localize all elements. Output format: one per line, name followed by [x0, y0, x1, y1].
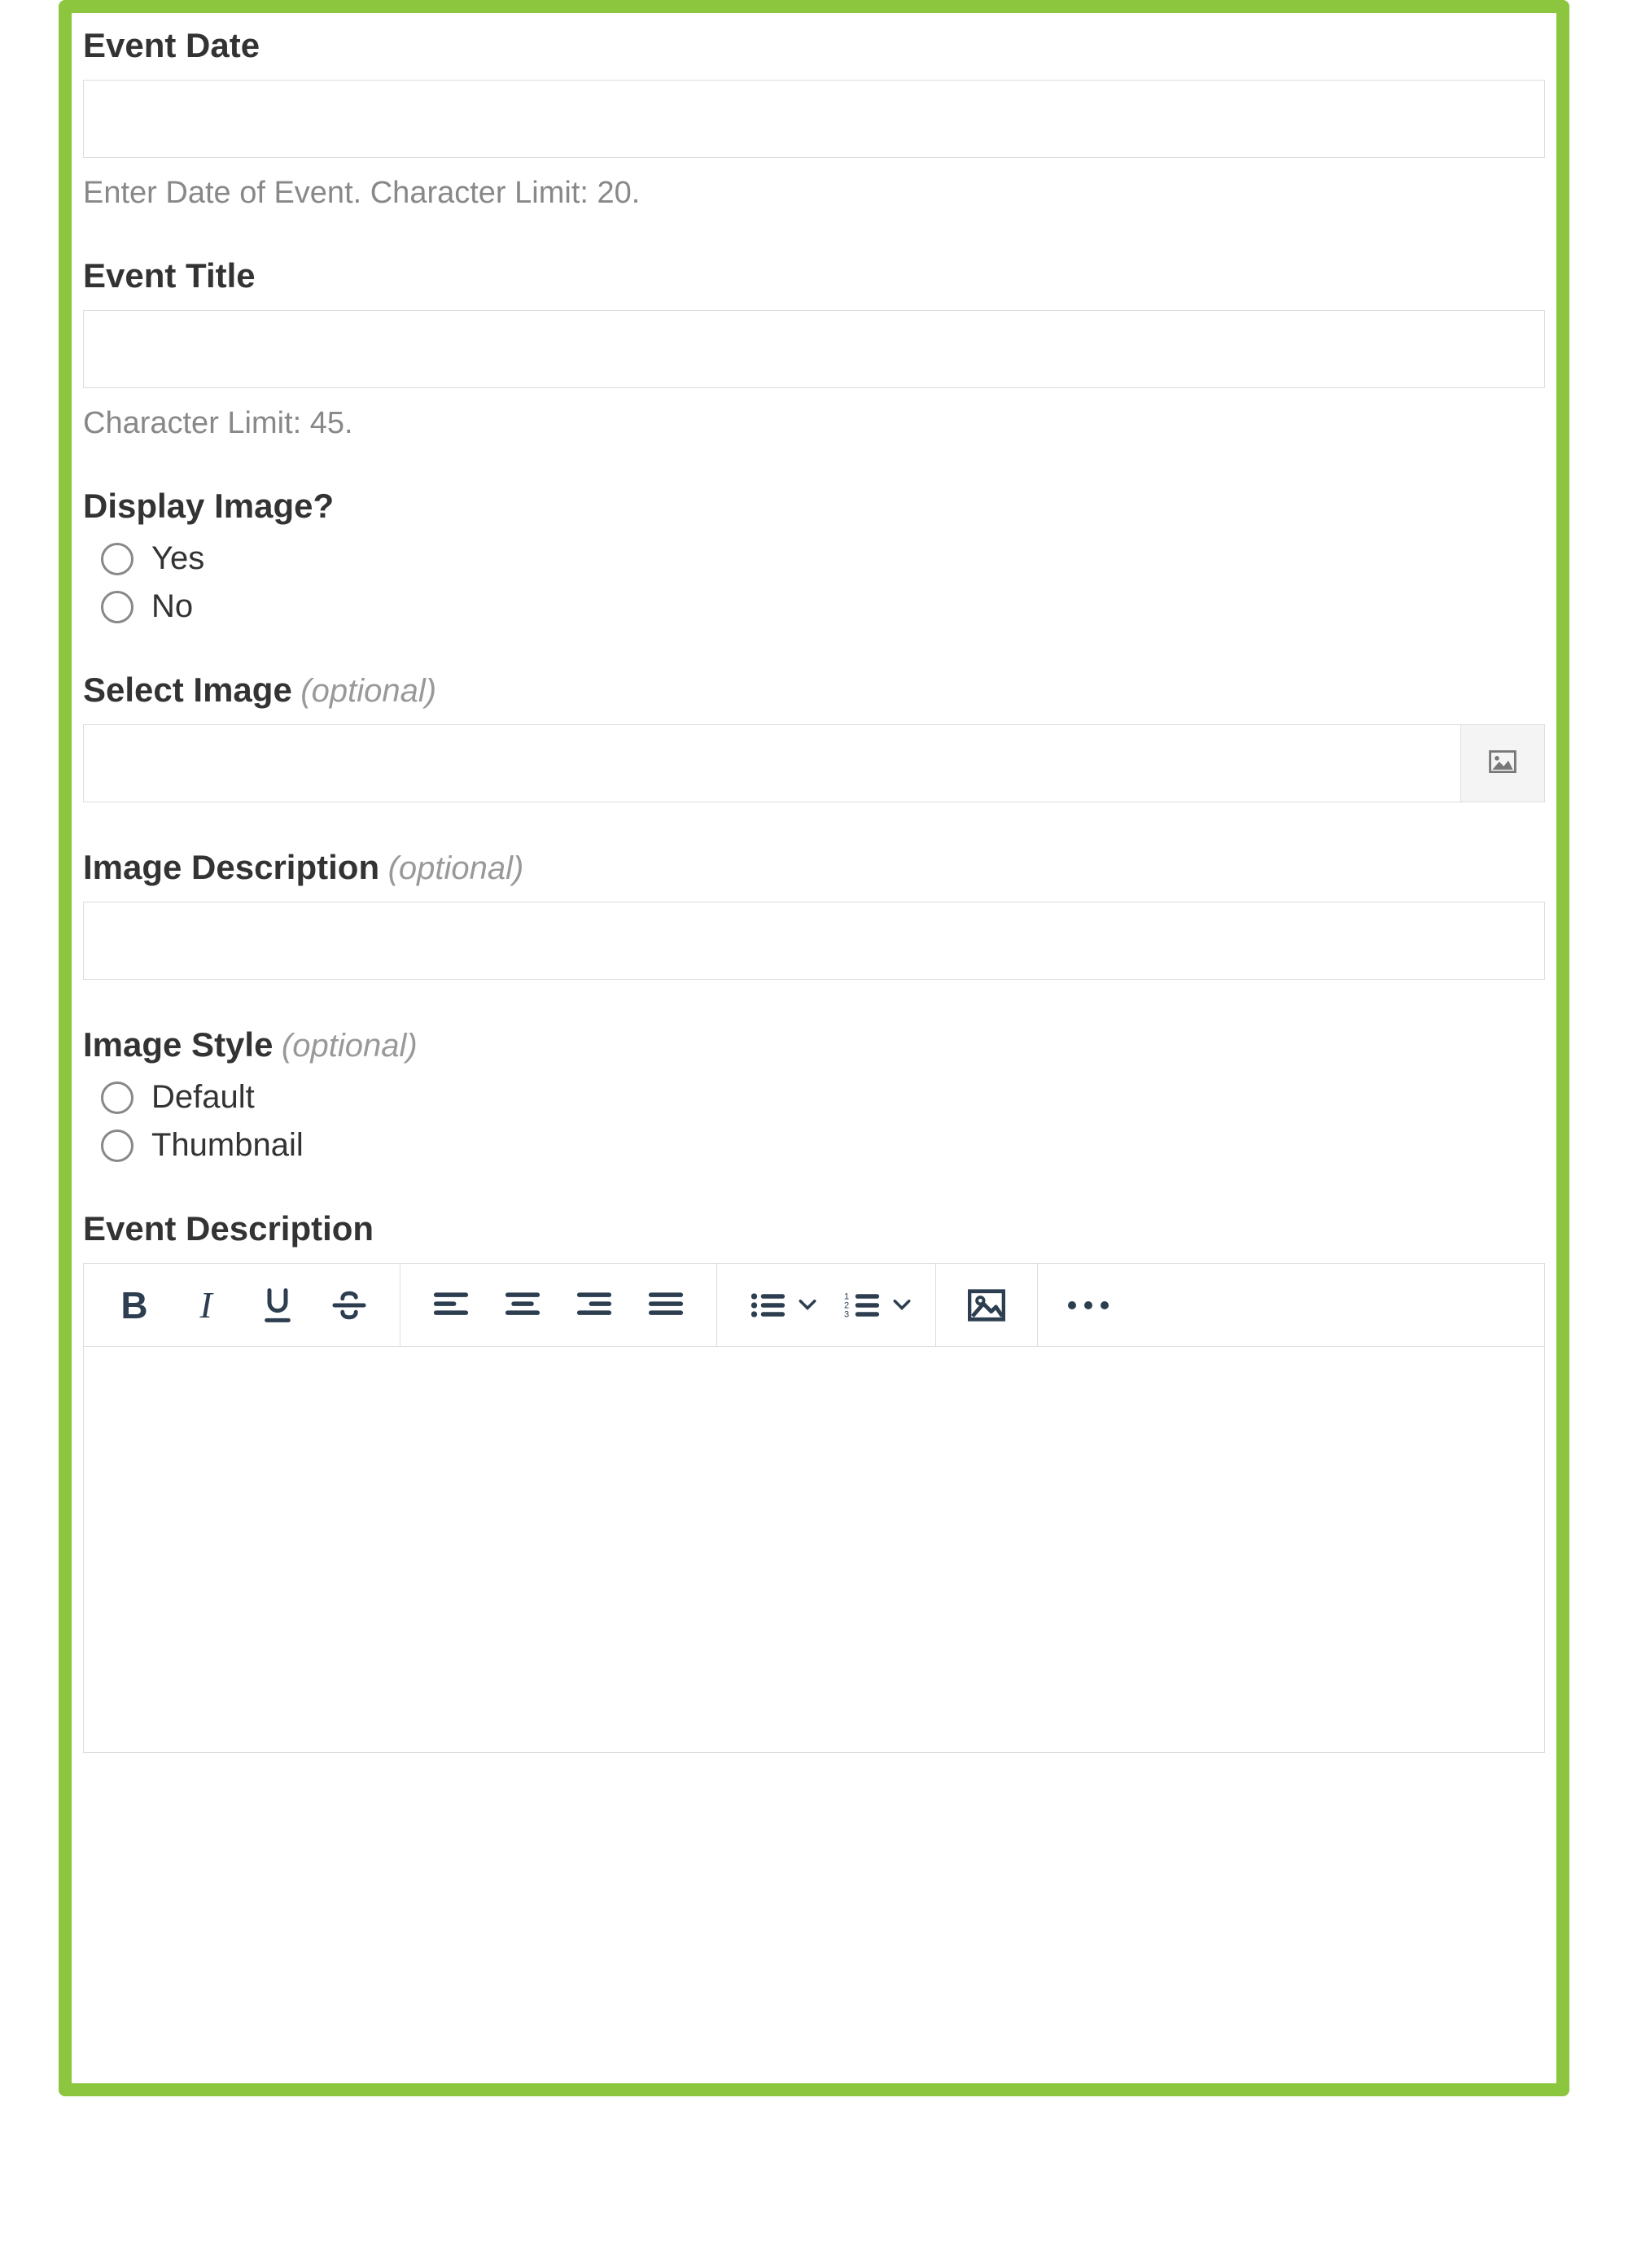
align-justify-button[interactable] — [630, 1265, 702, 1346]
radio-icon — [101, 591, 133, 623]
more-options-icon — [1068, 1301, 1109, 1309]
image-description-group: Image Description (optional) — [83, 848, 1545, 980]
radio-icon — [101, 543, 133, 575]
event-description-editor[interactable] — [83, 1346, 1545, 1753]
select-image-group: Select Image (optional) — [83, 671, 1545, 802]
select-image-button[interactable] — [1460, 724, 1545, 802]
bold-icon: B — [120, 1283, 147, 1327]
underline-button[interactable] — [242, 1265, 313, 1346]
display-image-option-yes[interactable]: Yes — [101, 540, 1545, 577]
align-left-icon — [433, 1290, 469, 1321]
event-date-group: Event Date Enter Date of Event. Characte… — [83, 26, 1545, 211]
toolbar-group-image — [936, 1264, 1038, 1346]
display-image-label: Display Image? — [83, 487, 334, 525]
image-style-option-thumbnail[interactable]: Thumbnail — [101, 1127, 1545, 1164]
bullet-list-icon — [750, 1290, 786, 1321]
image-style-group: Image Style (optional) Default Thumbnail — [83, 1025, 1545, 1164]
align-right-icon — [576, 1290, 612, 1321]
toolbar-group-lists: 123 — [717, 1264, 936, 1346]
align-left-button[interactable] — [415, 1265, 487, 1346]
event-date-label: Event Date — [83, 26, 260, 64]
editor-toolbar: B I — [83, 1263, 1545, 1346]
radio-icon — [101, 1082, 133, 1114]
align-center-icon — [505, 1290, 540, 1321]
image-style-option-default[interactable]: Default — [101, 1079, 1545, 1116]
event-title-group: Event Title Character Limit: 45. — [83, 256, 1545, 441]
display-image-radio-list: Yes No — [101, 540, 1545, 625]
event-date-input[interactable] — [83, 80, 1545, 158]
toolbar-group-text-style: B I — [84, 1264, 400, 1346]
image-icon — [968, 1289, 1005, 1322]
event-form-panel: Event Date Enter Date of Event. Characte… — [59, 0, 1569, 2096]
image-description-label: Image Description — [83, 848, 379, 886]
svg-text:3: 3 — [844, 1309, 849, 1319]
more-options-button[interactable] — [1053, 1265, 1124, 1346]
underline-icon — [261, 1286, 294, 1325]
display-image-group: Display Image? Yes No — [83, 487, 1545, 625]
align-justify-icon — [648, 1290, 684, 1321]
radio-text: Yes — [151, 540, 204, 577]
event-title-helper: Character Limit: 45. — [83, 406, 1545, 441]
image-style-label: Image Style — [83, 1025, 273, 1064]
radio-text: Thumbnail — [151, 1127, 304, 1164]
select-image-input[interactable] — [83, 724, 1460, 802]
event-description-label: Event Description — [83, 1209, 374, 1248]
italic-button[interactable]: I — [170, 1265, 242, 1346]
event-title-input[interactable] — [83, 310, 1545, 388]
radio-text: Default — [151, 1079, 255, 1116]
image-description-optional: (optional) — [388, 850, 524, 886]
image-description-input[interactable] — [83, 902, 1545, 980]
image-style-optional: (optional) — [282, 1028, 418, 1064]
bold-button[interactable]: B — [98, 1265, 170, 1346]
event-description-group: Event Description B I — [83, 1209, 1545, 1753]
chevron-down-icon — [893, 1300, 911, 1311]
image-icon — [1489, 750, 1516, 777]
toolbar-group-more — [1038, 1264, 1544, 1346]
chevron-down-icon — [799, 1300, 816, 1311]
radio-text: No — [151, 588, 193, 625]
select-image-optional: (optional) — [300, 673, 436, 709]
bullet-list-dropdown[interactable] — [789, 1265, 826, 1346]
display-image-option-no[interactable]: No — [101, 588, 1545, 625]
event-title-label: Event Title — [83, 256, 256, 295]
align-center-button[interactable] — [487, 1265, 558, 1346]
event-date-helper: Enter Date of Event. Character Limit: 20… — [83, 176, 1545, 211]
strike-icon — [330, 1288, 368, 1322]
align-right-button[interactable] — [558, 1265, 630, 1346]
select-image-label: Select Image — [83, 671, 292, 709]
insert-image-button[interactable] — [951, 1265, 1022, 1346]
toolbar-group-align — [400, 1264, 717, 1346]
italic-icon: I — [199, 1283, 212, 1326]
radio-icon — [101, 1130, 133, 1162]
numbered-list-icon: 123 — [844, 1290, 880, 1321]
image-style-radio-list: Default Thumbnail — [101, 1079, 1545, 1164]
numbered-list-dropdown[interactable] — [883, 1265, 921, 1346]
strikethrough-button[interactable] — [313, 1265, 385, 1346]
